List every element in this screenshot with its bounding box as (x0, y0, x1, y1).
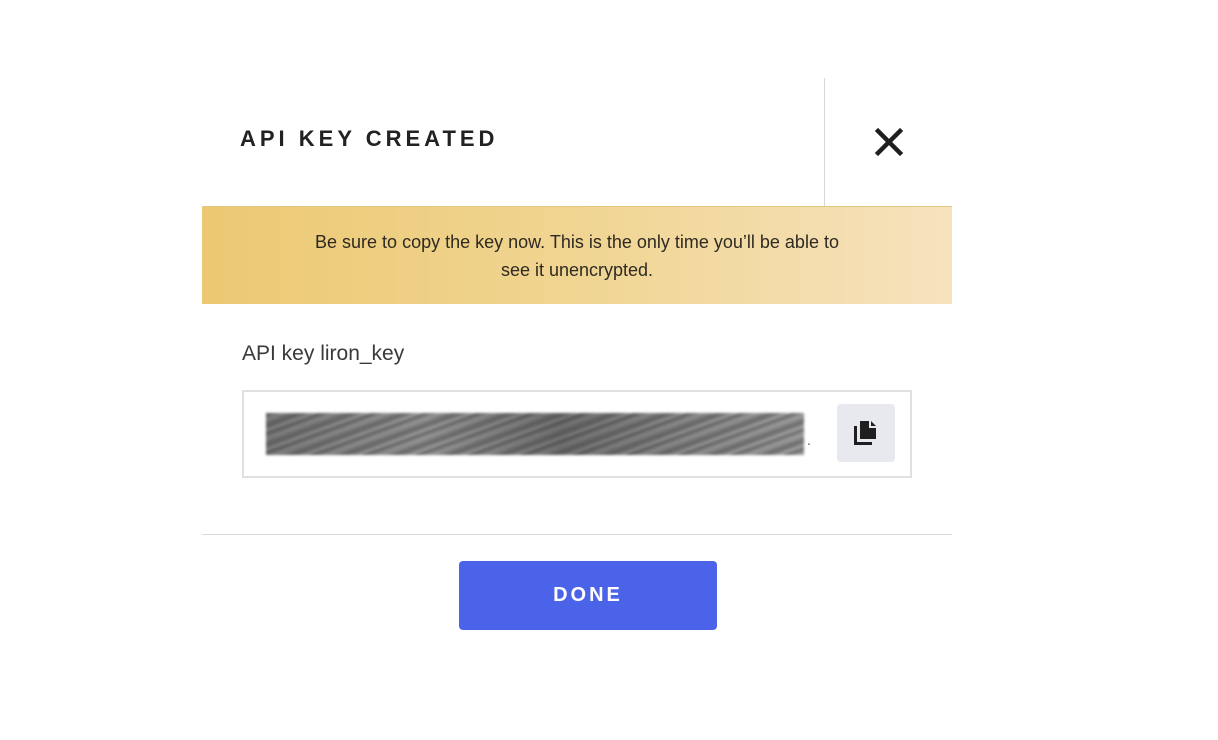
copy-key-button[interactable] (837, 404, 895, 462)
warning-banner: Be sure to copy the key now. This is the… (202, 206, 952, 304)
api-key-field[interactable]: . (242, 390, 912, 478)
close-button[interactable] (825, 78, 952, 206)
dialog-header: API KEY CREATED (202, 78, 952, 206)
copy-icon (854, 421, 876, 445)
dialog-title: API KEY CREATED (240, 126, 499, 151)
api-key-created-dialog: API KEY CREATED Be sure to copy the key … (202, 78, 952, 638)
api-key-label: API key liron_key (242, 342, 405, 365)
warning-message: Be sure to copy the key now. This is the… (315, 231, 839, 280)
done-button[interactable]: DONE (459, 561, 717, 630)
close-icon (874, 127, 903, 157)
api-key-trailing-text: . (807, 432, 811, 448)
footer-divider (202, 534, 952, 535)
api-key-value-redacted (266, 413, 804, 455)
